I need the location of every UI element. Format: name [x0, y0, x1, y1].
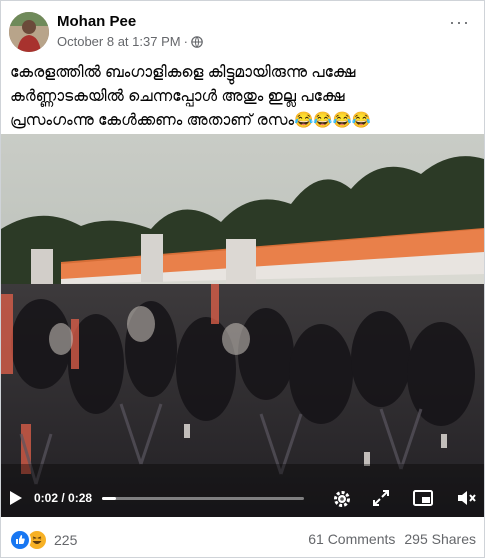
post-header: Mohan Pee October 8 at 1:37 PM · ···: [1, 1, 484, 57]
video-frame: [1, 134, 484, 517]
reactions-summary[interactable]: 225: [9, 529, 77, 551]
video-time: 0:02 / 0:28: [34, 491, 92, 505]
play-icon[interactable]: [9, 490, 23, 506]
settings-icon[interactable]: [332, 489, 352, 509]
author-name[interactable]: Mohan Pee: [57, 13, 136, 30]
caption-line: പ്രസംഗംന്നു കേൾക്കണം അതാണ് രസം😂😂😂😂: [10, 112, 372, 129]
progress-bar[interactable]: [102, 497, 304, 500]
post-caption: കേരളത്തിൽ ബംഗാളികളെ കിട്ടുമായിരുന്നു പക്…: [10, 61, 476, 133]
time-separator: /: [58, 491, 69, 505]
more-options-icon[interactable]: ···: [449, 13, 470, 31]
progress-fill: [102, 497, 117, 500]
current-time: 0:02: [34, 491, 59, 505]
comments-count[interactable]: 61 Comments: [308, 531, 395, 547]
fullscreen-icon[interactable]: [372, 489, 390, 507]
caption-line: കർണ്ണാടകയിൽ ചെന്നപ്പോൾ അതും ഇല്ല പക്ഷേ: [10, 88, 345, 105]
video-player[interactable]: 0:02 / 0:28: [1, 134, 484, 517]
caption-line: കേരളത്തിൽ ബംഗാളികളെ കിട്ടുമായിരുന്നു പക്…: [10, 64, 356, 81]
engagement-counts: 61 Comments 295 Shares: [308, 531, 476, 547]
like-reaction-icon: [9, 529, 31, 551]
globe-icon: [191, 35, 203, 48]
picture-in-picture-icon[interactable]: [413, 489, 433, 507]
post-date[interactable]: October 8 at 1:37 PM: [57, 34, 181, 49]
post-footer: 225 61 Comments 295 Shares: [1, 517, 484, 557]
avatar-image: [9, 12, 49, 52]
duration: 0:28: [68, 491, 93, 505]
avatar[interactable]: [9, 12, 49, 52]
mute-icon[interactable]: [456, 489, 476, 507]
post-meta: October 8 at 1:37 PM ·: [57, 34, 203, 49]
meta-separator: ·: [183, 34, 188, 49]
shares-count[interactable]: 295 Shares: [404, 531, 476, 547]
reaction-count: 225: [54, 532, 78, 548]
video-controls: 0:02 / 0:28: [1, 481, 484, 517]
post-card: Mohan Pee October 8 at 1:37 PM · ··· കേര…: [0, 0, 485, 558]
